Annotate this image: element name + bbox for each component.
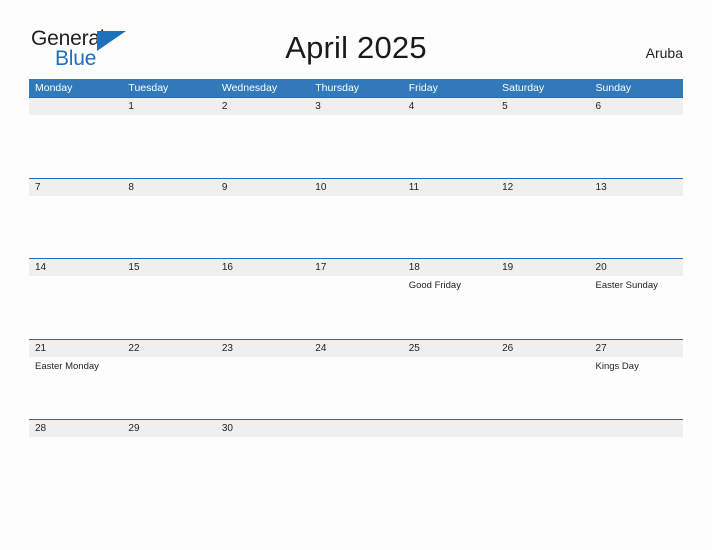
- country-label: Aruba: [645, 45, 683, 61]
- day-event: [122, 357, 215, 419]
- day-event: [496, 276, 589, 338]
- weekday-header-tuesday: Tuesday: [128, 82, 169, 94]
- day-number[interactable]: [29, 98, 122, 115]
- day-number[interactable]: 5: [496, 98, 589, 115]
- weekday-header-wednesday: Wednesday: [221, 82, 278, 94]
- day-event: [216, 437, 309, 449]
- week-event-band: Good Friday Easter Sunday: [29, 276, 683, 338]
- day-event: [122, 276, 215, 338]
- day-event: [590, 437, 683, 449]
- day-event: [496, 437, 589, 449]
- day-event: [29, 437, 122, 449]
- day-event: [496, 196, 589, 258]
- weekday-header-sunday: Sunday: [595, 82, 632, 94]
- day-event: [29, 276, 122, 338]
- day-number[interactable]: 22: [122, 340, 215, 357]
- day-number[interactable]: 3: [309, 98, 402, 115]
- calendar-week-row: 7 8 9 10 11 12 13: [29, 177, 683, 259]
- calendar-page: General Blue April 2025 Aruba Monday Tue…: [0, 0, 712, 550]
- day-event: [309, 357, 402, 419]
- day-number[interactable]: 19: [496, 259, 589, 276]
- day-number[interactable]: 26: [496, 340, 589, 357]
- day-event: [309, 437, 402, 449]
- day-event: [29, 115, 122, 177]
- day-number[interactable]: 13: [590, 179, 683, 196]
- page-title: April 2025: [285, 30, 427, 65]
- day-event: Easter Monday: [35, 360, 99, 372]
- day-number[interactable]: 27: [590, 340, 683, 357]
- week-date-band: 7 8 9 10 11 12 13: [29, 178, 683, 196]
- day-number[interactable]: 11: [403, 179, 496, 196]
- day-event: [216, 115, 309, 177]
- day-event: [216, 276, 309, 338]
- weekday-header-monday: Monday: [35, 82, 73, 94]
- day-number[interactable]: 25: [403, 340, 496, 357]
- week-event-band: Easter Monday Kings Day: [29, 357, 683, 419]
- day-event: [590, 115, 683, 177]
- day-number[interactable]: 21: [29, 340, 122, 357]
- day-event: [309, 196, 402, 258]
- weekday-header-thursday: Thursday: [315, 82, 360, 94]
- day-number[interactable]: 7: [29, 179, 122, 196]
- day-event: [403, 115, 496, 177]
- day-number[interactable]: 17: [309, 259, 402, 276]
- day-event: [29, 196, 122, 258]
- calendar-week-row: 1 2 3 4 5 6: [29, 97, 683, 178]
- day-number[interactable]: 15: [122, 259, 215, 276]
- day-number[interactable]: 16: [216, 259, 309, 276]
- day-number[interactable]: 2: [216, 98, 309, 115]
- week-date-band: 21 22 23 24 25 26 27: [29, 339, 683, 357]
- day-event: [590, 196, 683, 258]
- day-number[interactable]: [496, 420, 589, 437]
- day-event: [309, 115, 402, 177]
- day-number[interactable]: 30: [216, 420, 309, 437]
- day-number[interactable]: 10: [309, 179, 402, 196]
- day-event: [216, 196, 309, 258]
- day-event: Good Friday: [408, 280, 461, 291]
- day-number[interactable]: 12: [496, 179, 589, 196]
- day-number[interactable]: 29: [122, 420, 215, 437]
- day-number[interactable]: 14: [29, 259, 122, 276]
- day-number[interactable]: [309, 420, 402, 437]
- week-date-band: 28 29 30: [29, 420, 683, 437]
- day-event: [122, 115, 215, 177]
- day-number[interactable]: 6: [590, 98, 683, 115]
- day-number[interactable]: 9: [216, 179, 309, 196]
- day-event: [122, 437, 215, 449]
- week-date-band: 1 2 3 4 5 6: [29, 98, 683, 115]
- day-event: [403, 357, 496, 419]
- day-event: Easter Sunday: [595, 280, 658, 291]
- day-event: Kings Day: [595, 360, 639, 372]
- weekday-header-saturday: Saturday: [502, 82, 545, 94]
- day-number[interactable]: 18: [403, 259, 496, 276]
- day-number[interactable]: [590, 420, 683, 437]
- day-number[interactable]: 1: [122, 98, 215, 115]
- day-event: [496, 115, 589, 177]
- day-event: [496, 357, 589, 419]
- day-event: [309, 276, 402, 338]
- week-event-band: [29, 196, 683, 258]
- week-date-band: 14 15 16 17 18 19 20: [29, 259, 683, 276]
- week-event-band: [29, 115, 683, 177]
- calendar-week-row: 21 22 23 24 25 26 27 Easter Monday Kings…: [29, 338, 683, 420]
- day-number[interactable]: 20: [590, 259, 683, 276]
- day-number[interactable]: 24: [309, 340, 402, 357]
- day-event: [122, 196, 215, 258]
- calendar-week-row: 28 29 30: [29, 419, 683, 449]
- day-event: [403, 437, 496, 449]
- weekday-header-row: Monday Tuesday Wednesday Thursday Friday…: [29, 79, 683, 97]
- day-number[interactable]: 23: [216, 340, 309, 357]
- weekday-header-friday: Friday: [408, 82, 438, 94]
- day-number[interactable]: 8: [122, 179, 215, 196]
- day-number[interactable]: 4: [403, 98, 496, 115]
- week-event-band: [29, 437, 683, 449]
- page-header: General Blue April 2025 Aruba: [0, 0, 712, 78]
- day-event: [216, 357, 309, 419]
- calendar-grid: Monday Tuesday Wednesday Thursday Friday…: [29, 79, 683, 449]
- calendar-week-row: 14 15 16 17 18 19 20 Good Friday Easter …: [29, 258, 683, 339]
- day-event: [403, 196, 496, 258]
- day-number[interactable]: 28: [29, 420, 122, 437]
- day-number[interactable]: [403, 420, 496, 437]
